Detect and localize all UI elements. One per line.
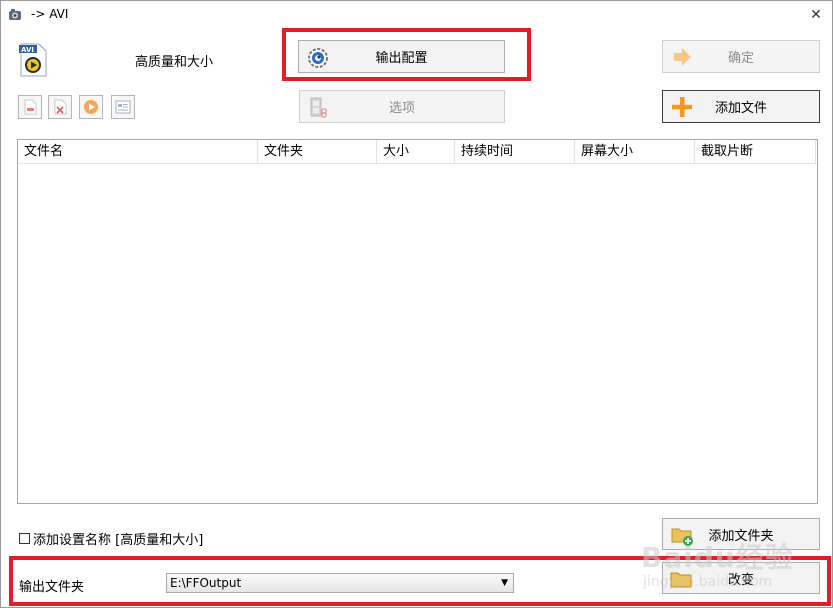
column-header-clip[interactable]: 截取片断 [695,140,816,164]
film-scissors-icon [310,97,327,118]
close-button[interactable]: ✕ [804,3,828,27]
play-icon [84,100,98,114]
output-folder-value: E:\FFOutput [170,576,242,590]
file-list[interactable]: 文件名 文件夹 大小 持续时间 屏幕大小 截取片断 [17,139,818,504]
column-header-size[interactable]: 大小 [377,140,455,164]
clear-list-icon [54,99,67,115]
media-info-icon [115,100,131,114]
svg-text:AVI: AVI [21,46,34,54]
remove-file-button[interactable] [18,95,42,119]
app-icon [9,9,21,20]
append-setting-name-option[interactable]: 添加设置名称 [高质量和大小] [19,529,203,548]
main-window: -> AVI ✕ AVI 高质量和大小 输出配置 确定 选项 添加文件 文件名 … [0,0,833,608]
play-button[interactable] [79,95,103,119]
add-file-label: 添加文件 [714,101,767,116]
output-folder-label: 输出文件夹 [19,580,85,595]
avi-file-icon: AVI [19,43,47,77]
profile-label: 高质量和大小 [135,55,214,70]
chevron-down-icon: ▼ [501,578,508,588]
folder-icon [670,572,692,588]
add-folder-icon [671,528,693,546]
add-folder-label: 添加文件夹 [708,528,774,544]
options-button[interactable]: 选项 [299,90,505,123]
arrow-right-icon [674,48,691,66]
column-header-screen-size[interactable]: 屏幕大小 [575,140,695,164]
column-header-folder[interactable]: 文件夹 [258,140,377,164]
table-header: 文件名 文件夹 大小 持续时间 屏幕大小 截取片断 [18,140,817,164]
clear-list-button[interactable] [48,95,72,119]
output-folder-select[interactable]: E:\FFOutput ▼ [166,573,514,593]
window-title: -> AVI [31,7,69,21]
column-header-filename[interactable]: 文件名 [18,140,258,164]
append-setting-name-label: 添加设置名称 [高质量和大小] [33,533,204,548]
title-bar: -> AVI ✕ [1,1,833,29]
gear-icon [308,48,328,68]
options-label: 选项 [388,101,415,116]
plus-icon [672,97,692,117]
remove-file-icon [24,99,37,115]
append-setting-name-checkbox[interactable] [19,533,30,544]
ok-label: 确定 [727,51,754,66]
output-config-button[interactable]: 输出配置 [298,40,505,73]
change-button[interactable]: 改变 [662,562,820,594]
media-info-button[interactable] [111,95,135,119]
change-label: 改变 [727,572,754,588]
output-config-label: 输出配置 [375,51,428,66]
add-file-button[interactable]: 添加文件 [662,90,820,123]
ok-button[interactable]: 确定 [662,40,820,73]
add-folder-button[interactable]: 添加文件夹 [662,518,820,550]
column-header-duration[interactable]: 持续时间 [455,140,575,164]
